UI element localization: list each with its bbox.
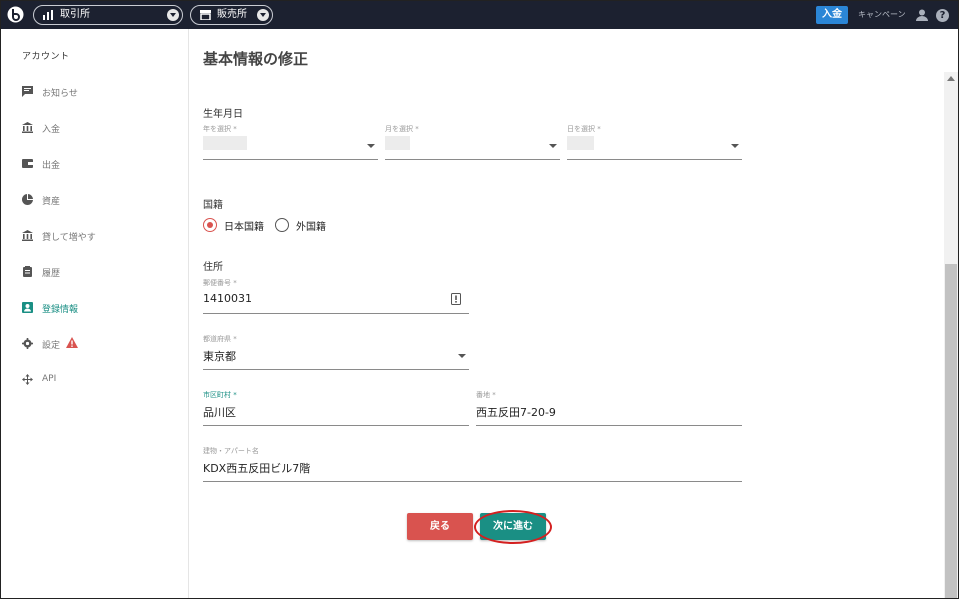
birth-day-value [567,136,594,150]
highlight-annotation [474,510,552,544]
sidebar-title: アカウント [22,52,70,62]
sidebar-item-label: 入金 [42,125,61,135]
scroll-thumb[interactable] [945,264,957,598]
birth-month-hint: 月を選択 * [385,125,419,133]
street-underline [476,425,742,426]
chevron-down-icon [458,354,466,358]
sidebar-item-label: 履歴 [42,269,61,279]
page-title: 基本情報の修正 [203,50,309,68]
postal-code-value: 1410031 [203,292,252,305]
city-underline [203,425,469,426]
address-label: 住所 [203,262,223,273]
exchange-label: 取引所 [60,9,90,20]
user-icon[interactable] [916,9,928,21]
campaign-link[interactable]: キャンペーン [858,9,906,20]
exchange-select[interactable]: 取引所 [33,5,183,25]
postal-code-underline [203,313,469,314]
deposit-button[interactable]: 入金 [816,6,848,24]
sidebar-item-label: 資産 [42,197,61,207]
chevron-down-icon [549,144,557,148]
nationality-label: 国籍 [203,200,223,211]
street-value: 西五反田7-20-9 [476,406,556,419]
radio-unchecked [275,218,289,232]
bar-chart-icon [43,10,53,20]
pie-chart-icon [22,194,33,205]
prefecture-hint: 都道府県 * [203,335,237,343]
prefecture-value: 東京都 [203,350,236,363]
shop-select[interactable]: 販売所 [190,5,273,25]
sidebar: アカウント お知らせ 入金 出金 資産 貸して増やす 履歴 登録情報 設定 AP… [1,29,189,598]
birth-date-label: 生年月日 [203,109,243,120]
sidebar-item-label: 設定 [42,341,61,351]
scrollbar[interactable] [944,72,958,598]
back-button[interactable]: 戻る [407,513,473,540]
warning-icon [66,337,78,348]
shop-label: 販売所 [217,9,247,20]
contact-card-icon [22,302,33,313]
chevron-down-icon [731,144,739,148]
city-hint: 市区町村 * [203,391,237,399]
building-value: KDX西五反田ビル7階 [203,462,311,475]
wallet-icon [22,159,33,168]
gear-icon [22,338,33,349]
birth-month-underline [385,159,560,160]
sidebar-item-label: 登録情報 [42,305,79,315]
scroll-up-arrow-icon[interactable] [947,76,955,81]
nationality-option-label: 外国籍 [296,222,326,233]
top-bar: 取引所 販売所 入金 キャンペーン ? [1,1,958,29]
building-hint: 建物・アパート名 [203,447,259,455]
move-arrows-icon [22,374,33,385]
birth-year-value [203,136,247,150]
sidebar-item-settings[interactable]: 設定 [22,336,92,352]
chevron-down-icon [367,144,375,148]
city-value: 品川区 [203,406,236,419]
app-logo-icon[interactable] [7,6,24,23]
sidebar-item-label: お知らせ [42,89,78,99]
main-content: 基本情報の修正 生年月日 年を選択 * 月を選択 * 日を選択 * 国籍 日本国… [190,29,944,598]
birth-year-underline [203,159,378,160]
building-underline [203,481,742,482]
birth-day-hint: 日を選択 * [567,125,601,133]
clipboard-icon [23,266,32,277]
sidebar-item-label: API [42,374,57,384]
chevron-down-icon [167,9,179,21]
store-icon [200,10,211,20]
chevron-down-icon [257,9,269,21]
sidebar-item-label: 出金 [42,161,61,171]
bank-icon [22,122,33,133]
nationality-option-label: 日本国籍 [224,222,264,233]
announcement-icon [22,86,33,97]
birth-day-underline [567,159,742,160]
sidebar-item-label: 貸して増やす [42,233,96,243]
birth-year-hint: 年を選択 * [203,125,237,133]
birth-month-value [385,136,410,150]
prefecture-underline [203,369,469,370]
address-lookup-icon[interactable] [451,293,461,305]
radio-checked [203,218,217,232]
street-hint: 番地 * [476,391,496,399]
help-icon[interactable]: ? [936,9,949,22]
bank-icon [22,230,33,241]
postal-code-hint: 郵便番号 * [203,279,237,287]
